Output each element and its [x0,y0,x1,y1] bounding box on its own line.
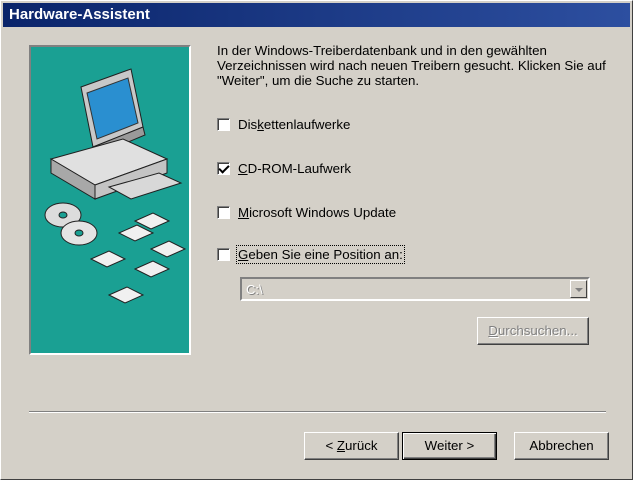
hardware-wizard-window: Hardware-Assistent In der Windows-Treibe… [0,0,633,480]
option-windows-update[interactable]: Microsoft Windows Update [217,205,396,220]
intro-text: In der Windows-Treiberdatenbank und in d… [217,43,606,88]
back-button[interactable]: < Zurück [304,432,399,460]
option-cdrom-label: CD-ROM-Laufwerk [238,161,352,176]
cancel-button[interactable]: Abbrechen [514,432,609,460]
browse-button[interactable]: Durchsuchen... [477,317,589,345]
checkbox-cdrom[interactable] [217,162,230,175]
location-combobox[interactable]: C:\ [240,277,590,301]
next-button[interactable]: Weiter > [402,432,497,460]
location-value: C:\ [246,282,263,297]
checkbox-windows-update[interactable] [217,206,230,219]
checkbox-specify-location[interactable] [217,248,230,261]
option-floppy-label: Diskettenlaufwerke [238,117,351,132]
option-specify-location-label: Geben Sie eine Position an: [236,245,405,264]
option-windows-update-label: Microsoft Windows Update [238,205,397,220]
option-cdrom-drive[interactable]: CD-ROM-Laufwerk [217,161,351,176]
option-floppy-drives[interactable]: Diskettenlaufwerke [217,117,350,132]
computer-and-disks-icon [44,68,187,304]
window-title: Hardware-Assistent [9,6,150,23]
title-bar: Hardware-Assistent [3,3,630,27]
separator [29,411,606,413]
option-specify-location[interactable]: Geben Sie eine Position an: [217,245,405,264]
wizard-illustration [29,45,191,355]
dropdown-arrow-icon[interactable] [570,280,587,298]
checkbox-floppy[interactable] [217,118,230,131]
